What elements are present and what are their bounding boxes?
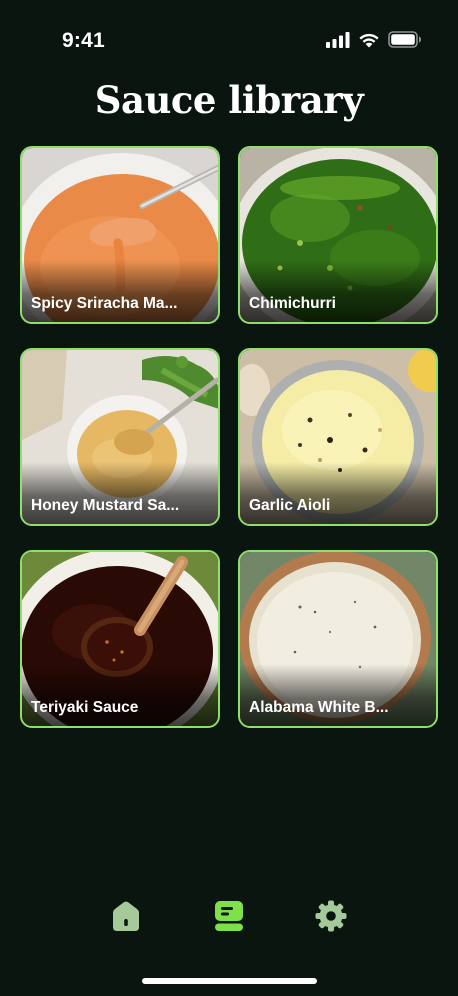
sauce-card-honey-mustard-sauce[interactable]: Honey Mustard Sa... [20,348,220,526]
cellular-signal-icon [326,31,350,48]
gear-icon [315,900,347,932]
tab-home[interactable] [106,896,146,936]
sauce-grid: Spicy Sriracha Ma... Chimichurri Honey M… [20,146,438,728]
sauce-card-label: Chimichurri [249,295,336,312]
wifi-icon [359,33,379,47]
sauce-card-label: Spicy Sriracha Ma... [31,295,178,312]
sauce-card-spicy-sriracha-mayo[interactable]: Spicy Sriracha Ma... [20,146,220,324]
battery-icon [388,31,421,48]
tab-library[interactable] [209,896,249,936]
sauce-card-alabama-white-bbq[interactable]: Alabama White B... [238,550,438,728]
sauce-library-screen: 9:41 Sauce library Spicy Sriracha Ma... … [0,0,458,996]
status-icons [326,31,422,48]
library-icon [215,901,243,931]
status-time: 9:41 [62,29,105,52]
sauce-card-label: Garlic Aioli [249,497,331,514]
status-bar: 9:41 [0,0,458,80]
home-indicator [142,978,317,984]
sauce-card-label: Alabama White B... [249,699,389,716]
sauce-card-label: Honey Mustard Sa... [31,497,180,514]
sauce-card-teriyaki-sauce[interactable]: Teriyaki Sauce [20,550,220,728]
tab-bar [0,890,458,940]
page-title: Sauce library [94,78,364,122]
sauce-card-garlic-aioli[interactable]: Garlic Aioli [238,348,438,526]
tab-settings[interactable] [311,896,351,936]
home-icon [113,901,139,931]
sauce-card-chimichurri[interactable]: Chimichurri [238,146,438,324]
sauce-card-label: Teriyaki Sauce [31,699,139,716]
